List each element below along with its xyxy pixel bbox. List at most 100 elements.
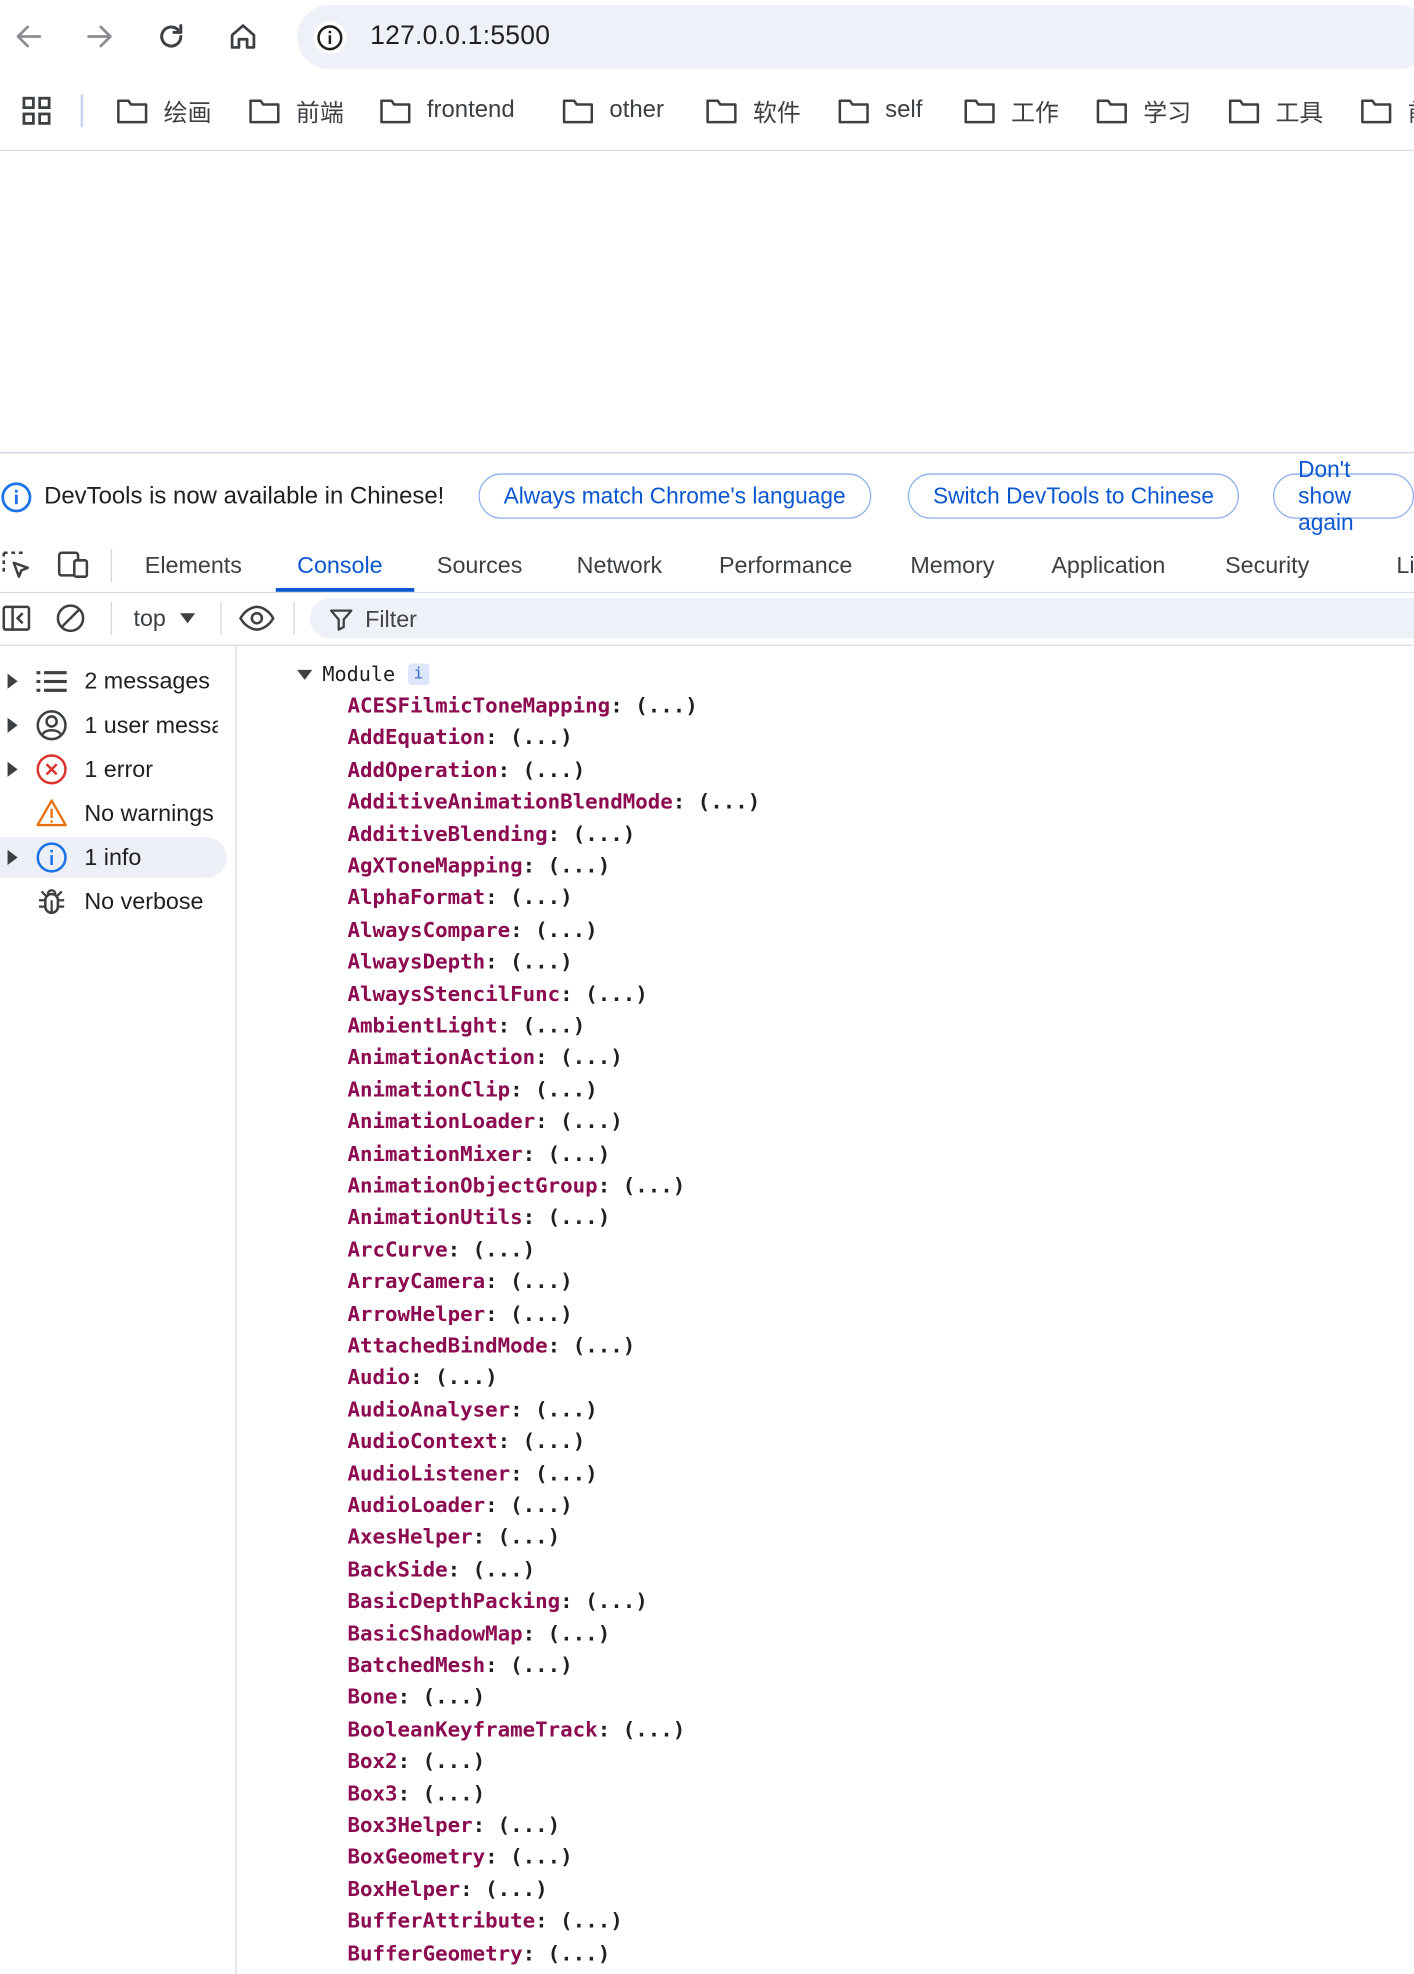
property-value[interactable]: (...) bbox=[510, 1653, 573, 1677]
property-value[interactable]: (...) bbox=[510, 1845, 573, 1869]
tab-security[interactable]: Security bbox=[1225, 551, 1309, 591]
module-property[interactable]: Audio: (...) bbox=[348, 1365, 498, 1390]
property-value[interactable]: (...) bbox=[548, 1142, 611, 1166]
property-value[interactable]: (...) bbox=[535, 1461, 598, 1485]
reload-icon[interactable] bbox=[152, 18, 190, 56]
property-value[interactable]: (...) bbox=[498, 1813, 561, 1837]
property-value[interactable]: (...) bbox=[423, 1781, 486, 1805]
bookmark-folder[interactable]: self bbox=[837, 93, 922, 128]
property-value[interactable]: (...) bbox=[623, 1717, 686, 1741]
property-value[interactable]: (...) bbox=[510, 1301, 573, 1325]
module-property[interactable]: AgXToneMapping: (...) bbox=[348, 854, 611, 879]
bookmark-folder[interactable]: 学习 bbox=[1095, 93, 1191, 128]
property-value[interactable]: (...) bbox=[560, 1909, 623, 1933]
property-value[interactable]: (...) bbox=[510, 886, 573, 910]
always-match-language-button[interactable]: Always match Chrome's language bbox=[478, 473, 871, 519]
property-value[interactable]: (...) bbox=[423, 1749, 486, 1773]
module-property[interactable]: AnimationUtils: (...) bbox=[348, 1205, 611, 1230]
module-property[interactable]: ArcCurve: (...) bbox=[348, 1237, 536, 1262]
module-property[interactable]: AlphaFormat: (...) bbox=[348, 886, 573, 911]
module-property[interactable]: Box3: (...) bbox=[348, 1781, 486, 1806]
site-info-icon[interactable] bbox=[313, 21, 347, 55]
module-property[interactable]: AudioAnalyser: (...) bbox=[348, 1397, 598, 1422]
collapse-arrow-icon[interactable] bbox=[297, 669, 313, 680]
bookmark-folder[interactable]: 软件 bbox=[705, 93, 801, 128]
module-property[interactable]: BasicDepthPacking: (...) bbox=[348, 1589, 648, 1614]
module-property[interactable]: BufferGeometry: (...) bbox=[348, 1941, 611, 1966]
address-bar[interactable]: 127.0.0.1:5500 bbox=[297, 5, 1414, 70]
clear-console-icon[interactable] bbox=[55, 603, 85, 633]
property-value[interactable]: (...) bbox=[573, 822, 636, 846]
module-property[interactable]: AlwaysDepth: (...) bbox=[348, 950, 573, 975]
bookmark-folder[interactable]: 前端 bbox=[248, 93, 344, 128]
module-property[interactable]: AnimationMixer: (...) bbox=[348, 1142, 611, 1167]
module-property[interactable]: ACESFilmicToneMapping: (...) bbox=[348, 694, 698, 719]
module-property[interactable]: AxesHelper: (...) bbox=[348, 1525, 561, 1550]
tab-performance[interactable]: Performance bbox=[719, 551, 852, 591]
property-value[interactable]: (...) bbox=[510, 726, 573, 750]
property-value[interactable]: (...) bbox=[523, 1429, 586, 1453]
module-property[interactable]: BooleanKeyframeTrack: (...) bbox=[348, 1717, 686, 1742]
tab-memory[interactable]: Memory bbox=[910, 551, 994, 591]
module-property[interactable]: ArrowHelper: (...) bbox=[348, 1301, 573, 1326]
module-property[interactable]: AmbientLight: (...) bbox=[348, 1014, 586, 1039]
expand-arrow-icon[interactable] bbox=[7, 849, 18, 866]
property-value[interactable]: (...) bbox=[623, 1174, 686, 1198]
module-property[interactable]: AnimationLoader: (...) bbox=[348, 1110, 623, 1135]
property-value[interactable]: (...) bbox=[548, 1941, 611, 1965]
expand-arrow-icon[interactable] bbox=[7, 761, 18, 777]
sidebar-item-errors[interactable]: 1 error bbox=[0, 749, 227, 789]
module-property[interactable]: AdditiveAnimationBlendMode: (...) bbox=[348, 790, 761, 815]
module-entry[interactable]: Module i bbox=[297, 662, 430, 686]
property-value[interactable]: (...) bbox=[535, 1397, 598, 1421]
bookmark-folder[interactable]: 工作 bbox=[963, 93, 1059, 128]
device-toolbar-icon[interactable] bbox=[55, 549, 90, 582]
bookmark-folder[interactable]: other bbox=[562, 93, 664, 128]
bookmark-folder[interactable]: 绘画 bbox=[116, 93, 212, 128]
tab-sources[interactable]: Sources bbox=[437, 551, 522, 591]
sidebar-item-warnings[interactable]: No warnings bbox=[0, 793, 227, 833]
sidebar-item-messages[interactable]: 2 messages bbox=[0, 661, 227, 701]
property-value[interactable]: (...) bbox=[485, 1877, 548, 1901]
property-value[interactable]: (...) bbox=[510, 950, 573, 974]
property-value[interactable]: (...) bbox=[473, 1237, 536, 1261]
module-property[interactable]: Box3Helper: (...) bbox=[348, 1813, 561, 1838]
tab-network[interactable]: Network bbox=[577, 551, 662, 591]
expand-arrow-icon[interactable] bbox=[7, 717, 18, 733]
switch-to-chinese-button[interactable]: Switch DevTools to Chinese bbox=[907, 473, 1240, 519]
module-property[interactable]: ArrayCamera: (...) bbox=[348, 1269, 573, 1294]
property-value[interactable]: (...) bbox=[523, 758, 586, 782]
property-value[interactable]: (...) bbox=[535, 1078, 598, 1102]
property-value[interactable]: (...) bbox=[573, 1333, 636, 1357]
apps-grid-icon[interactable] bbox=[21, 96, 51, 126]
sidebar-item-verbose[interactable]: No verbose bbox=[0, 881, 227, 921]
module-property[interactable]: AddOperation: (...) bbox=[348, 758, 586, 783]
property-value[interactable]: (...) bbox=[423, 1685, 486, 1709]
sidebar-item-user-messages[interactable]: 1 user message bbox=[0, 705, 227, 745]
module-property[interactable]: BackSide: (...) bbox=[348, 1557, 536, 1582]
url-text[interactable]: 127.0.0.1:5500 bbox=[370, 21, 550, 51]
bookmark-folder[interactable]: 前 bbox=[1360, 93, 1414, 128]
tab-application[interactable]: Application bbox=[1051, 551, 1165, 591]
inspect-element-icon[interactable] bbox=[0, 549, 33, 582]
property-value[interactable]: (...) bbox=[548, 1621, 611, 1645]
property-value[interactable]: (...) bbox=[548, 1205, 611, 1229]
property-value[interactable]: (...) bbox=[635, 694, 698, 718]
sidebar-item-info[interactable]: 1 info bbox=[0, 837, 227, 878]
module-property[interactable]: AlwaysStencilFunc: (...) bbox=[348, 982, 648, 1007]
property-value[interactable]: (...) bbox=[510, 1493, 573, 1517]
property-value[interactable]: (...) bbox=[523, 1014, 586, 1038]
property-value[interactable]: (...) bbox=[560, 1046, 623, 1070]
module-property[interactable]: Bone: (...) bbox=[348, 1685, 486, 1710]
live-expression-eye-icon[interactable] bbox=[238, 603, 276, 633]
module-property[interactable]: AttachedBindMode: (...) bbox=[348, 1333, 636, 1358]
context-selector[interactable]: top bbox=[133, 604, 196, 632]
module-property[interactable]: AnimationObjectGroup: (...) bbox=[348, 1174, 686, 1199]
info-badge[interactable]: i bbox=[407, 663, 430, 685]
module-property[interactable]: BatchedMesh: (...) bbox=[348, 1653, 573, 1678]
module-property[interactable]: AddEquation: (...) bbox=[348, 726, 573, 751]
property-value[interactable]: (...) bbox=[585, 982, 648, 1006]
property-value[interactable]: (...) bbox=[560, 1110, 623, 1134]
module-property[interactable]: AnimationClip: (...) bbox=[348, 1078, 598, 1103]
module-property[interactable]: BufferAttribute: (...) bbox=[348, 1909, 623, 1934]
